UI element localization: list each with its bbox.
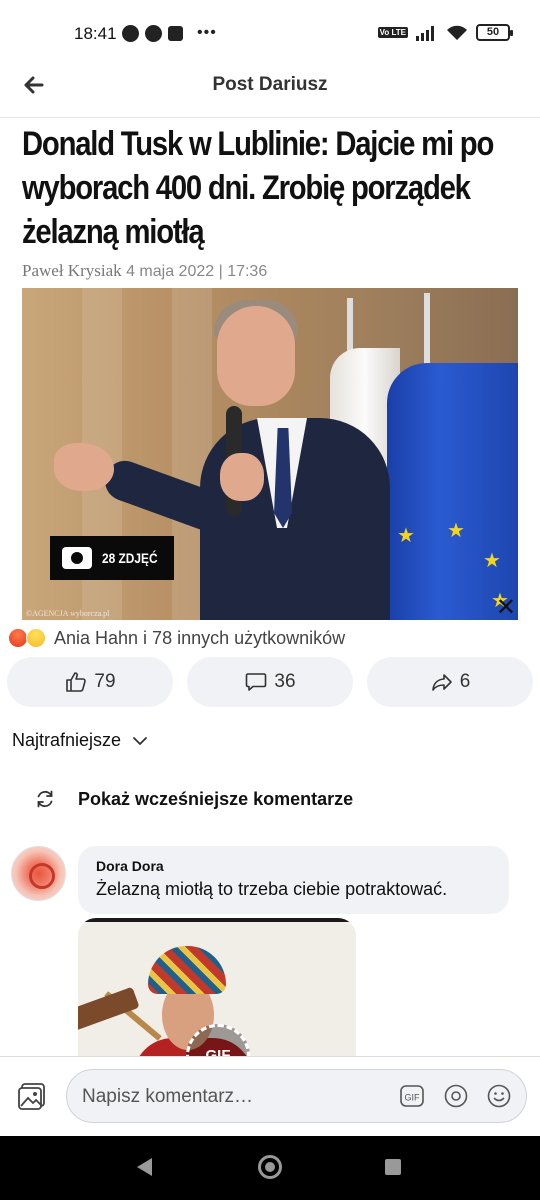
wifi-icon (447, 25, 467, 40)
comment-input-placeholder: Napisz komentarz… (82, 1086, 254, 1107)
nav-recents-icon[interactable] (385, 1159, 401, 1175)
notification-icons: ••• (122, 24, 217, 42)
comment-gif[interactable]: GIF (78, 918, 356, 1068)
mention-icon[interactable] (443, 1083, 469, 1109)
angry-reaction-icon (8, 628, 28, 648)
comment-count: 36 (274, 671, 296, 692)
status-bar: 18:41 ••• Vo LTE 50 (0, 0, 540, 66)
system-nav-bar (0, 1136, 540, 1200)
signal-icon (416, 25, 434, 41)
share-count: 6 (459, 671, 471, 692)
comment-bubble[interactable]: Dora Dora Żelazną miotłą to trzeba ciebi… (78, 846, 509, 914)
gif-icon-label: GIF (405, 1093, 421, 1103)
post-header: Post Dariusz (0, 66, 540, 118)
avatar[interactable] (11, 846, 66, 901)
article-headline: Donald Tusk w Lublinie: Dajcie mi po wyb… (22, 125, 494, 251)
camera-icon (62, 547, 92, 569)
emoji-icon[interactable] (486, 1083, 512, 1109)
comment-sort-dropdown[interactable]: Najtrafniejsze (12, 730, 149, 751)
eu-flag: ★ ★ ★ ★ (387, 363, 518, 620)
photo-count-badge: 28 ZDJĘĆ (50, 536, 174, 580)
battery-icon: 50 (476, 24, 513, 41)
nav-back-icon[interactable] (137, 1158, 152, 1176)
notification-app-icon (168, 25, 183, 41)
reactions-text: Ania Hahn i 78 innych użytkowników (54, 627, 346, 648)
share-button[interactable]: 6 (367, 657, 533, 707)
photo-count: 28 ZDJĘĆ (102, 550, 158, 566)
comment-button[interactable]: 36 (187, 657, 353, 707)
thumbs-up-icon (66, 672, 87, 692)
headscarf (148, 946, 226, 994)
comment-input[interactable]: Napisz komentarz… GIF (66, 1069, 527, 1123)
photo-gallery-icon[interactable] (16, 1080, 48, 1112)
more-notifications-icon: ••• (197, 24, 217, 41)
like-button[interactable]: 79 (7, 657, 173, 707)
gif-icon[interactable]: GIF (399, 1083, 425, 1109)
check-icon (145, 24, 162, 42)
share-icon (431, 674, 452, 691)
comment-icon (246, 673, 267, 691)
chevron-icon: ✕ (495, 594, 516, 620)
status-time: 18:41 (74, 24, 117, 43)
haha-reaction-icon (26, 628, 46, 648)
article-photo: ★ ★ ★ ★ 28 ZDJĘĆ ©AGENCJA wyborcza.pl ✕ (22, 288, 518, 620)
system-indicators: Vo LTE 50 (377, 24, 513, 41)
comment-composer: Napisz komentarz… GIF (0, 1056, 540, 1136)
sort-label: Najtrafniejsze (12, 730, 122, 750)
nav-home-icon[interactable] (258, 1155, 282, 1179)
page-title: Post Dariusz (212, 74, 328, 95)
flag-pole (424, 293, 430, 373)
chevron-down-icon (133, 736, 147, 745)
shared-article-image[interactable]: Donald Tusk w Lublinie: Dajcie mi po wyb… (0, 118, 540, 626)
like-count: 79 (94, 671, 116, 692)
article-date: 4 maja 2022 | 17:36 (126, 263, 268, 280)
speaker-head (217, 306, 295, 406)
article-byline: Paweł Krysiak 4 maja 2022 | 17:36 (22, 261, 267, 281)
post-actions: 79 36 6 (7, 657, 533, 707)
messenger-icon (122, 24, 139, 42)
show-earlier-comments[interactable]: Pokaż wcześniejsze komentarze (34, 788, 353, 810)
photo-credit: ©AGENCJA wyborcza.pl (26, 609, 110, 618)
comment-author[interactable]: Dora Dora (96, 858, 491, 874)
volte-icon: Vo LTE (377, 27, 408, 38)
article-author: Paweł Krysiak (22, 261, 122, 280)
refresh-icon (37, 790, 53, 808)
comment-text: Żelazną miotłą to trzeba ciebie potrakto… (96, 879, 448, 899)
earlier-comments-label: Pokaż wcześniejsze komentarze (78, 788, 354, 809)
reactions-summary[interactable]: Ania Hahn i 78 innych użytkowników (8, 626, 345, 650)
